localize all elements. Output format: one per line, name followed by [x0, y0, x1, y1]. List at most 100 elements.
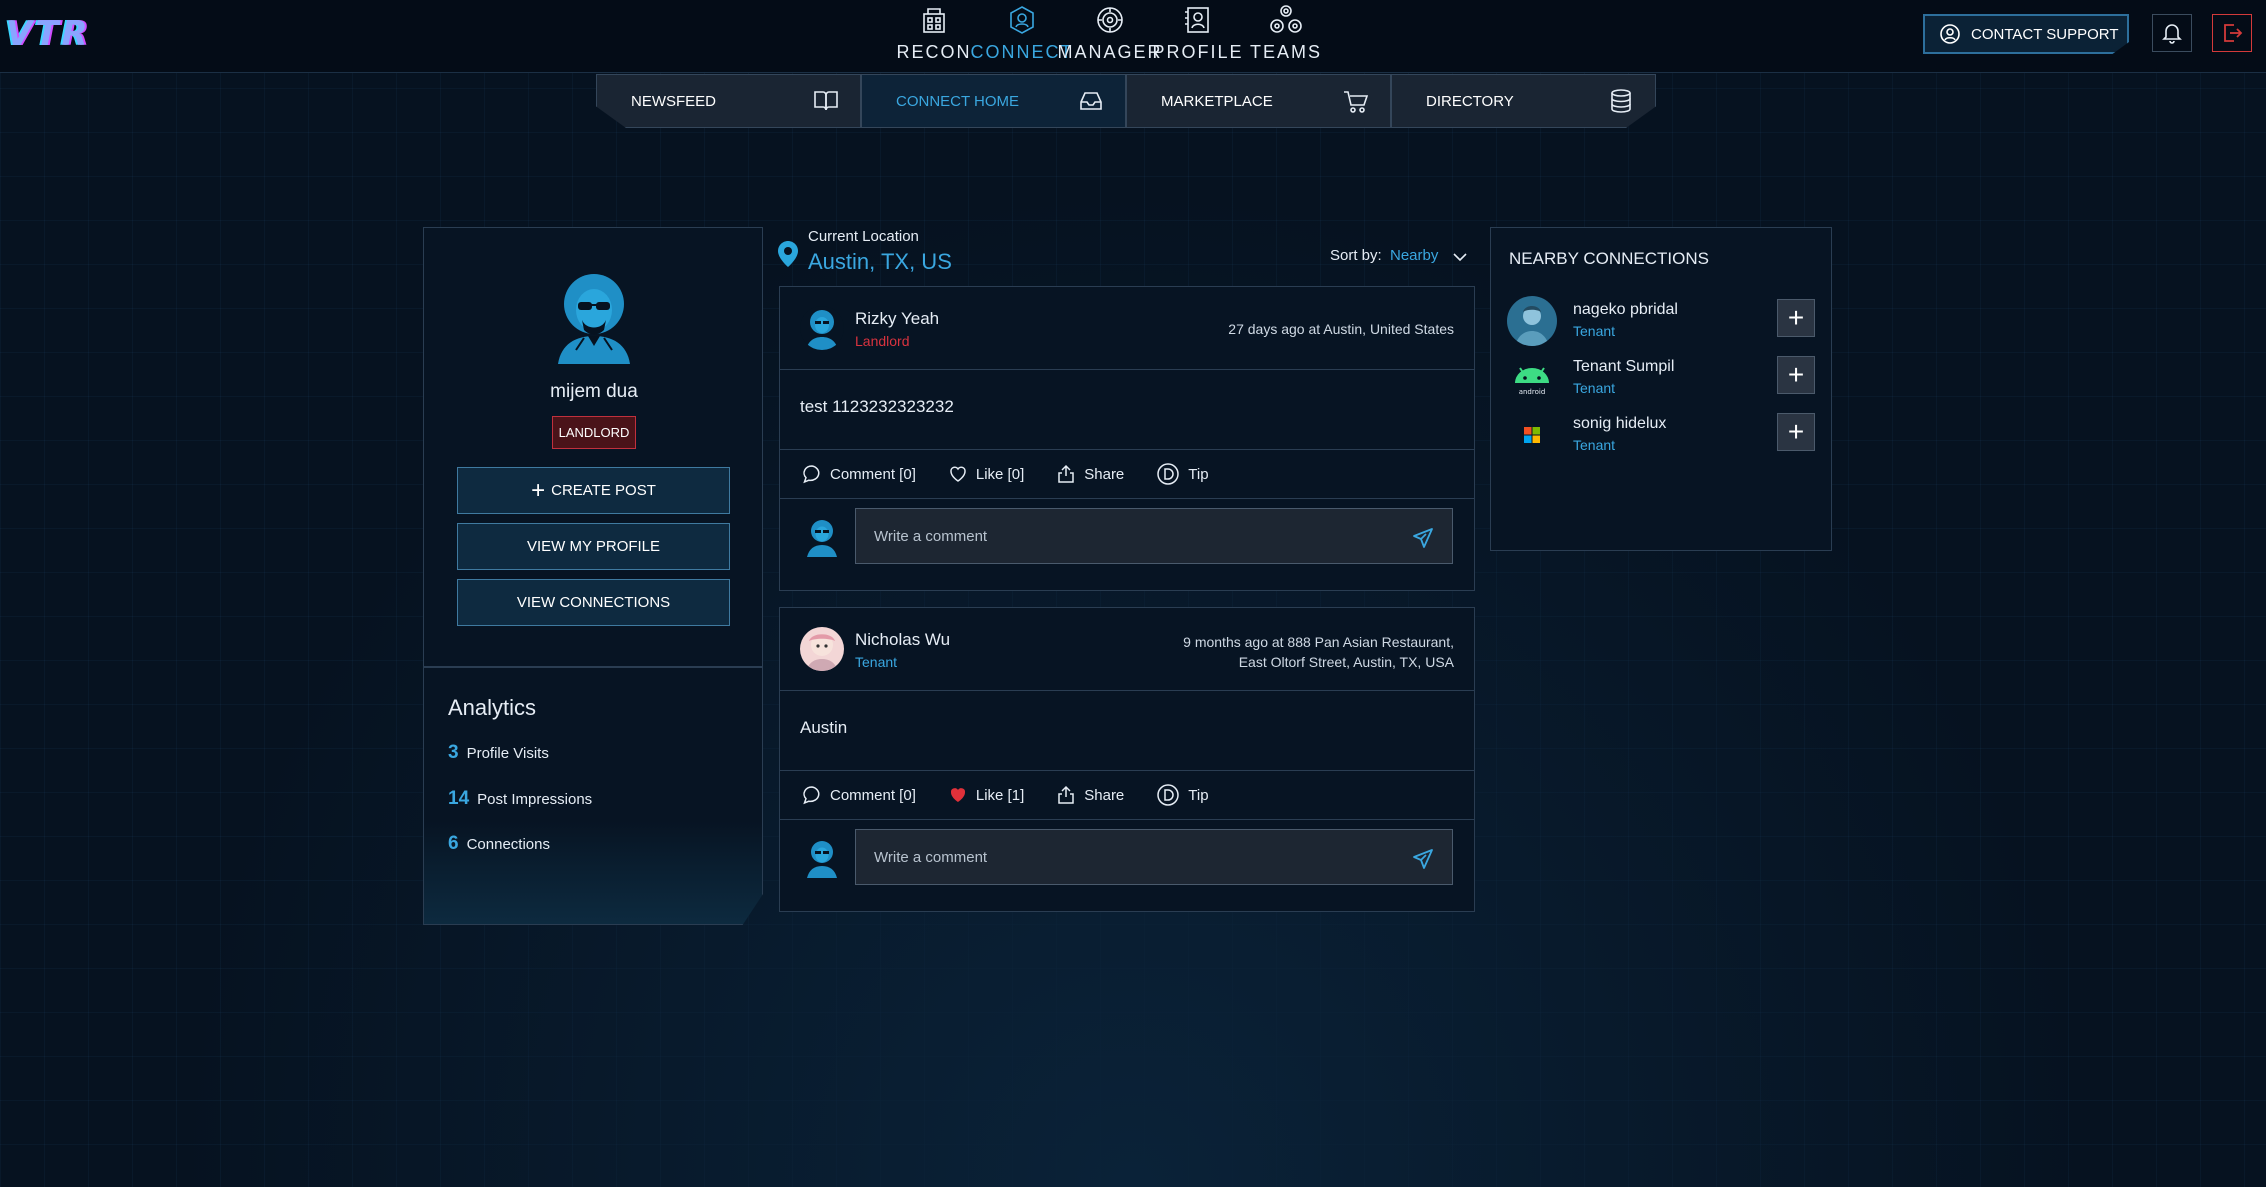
stat-value: 6 [448, 833, 459, 854]
add-connection-button[interactable]: + [1777, 299, 1815, 337]
inbox-icon [1077, 87, 1105, 115]
post-author[interactable]: Nicholas Wu [855, 630, 950, 650]
chevron-down-icon[interactable] [1451, 248, 1469, 266]
nav-manager[interactable]: MANAGER [1058, 0, 1161, 72]
tab-label: NEWSFEED [631, 92, 717, 110]
sort-dropdown[interactable]: Nearby [1390, 247, 1438, 264]
tab-label: CONNECT HOME [896, 92, 1020, 110]
nav-profile[interactable]: PROFILE [1152, 0, 1244, 72]
connection-name[interactable]: Tenant Sumpil [1573, 358, 1674, 376]
share-icon [1056, 785, 1076, 805]
add-connection-button[interactable]: + [1777, 413, 1815, 451]
create-post-button[interactable]: + CREATE POST [457, 467, 730, 514]
post-header: Rizky Yeah Landlord 27 days ago at Austi… [780, 287, 1474, 370]
tab-newsfeed[interactable]: NEWSFEED [596, 74, 861, 128]
book-icon [812, 87, 840, 115]
nav-label: MANAGER [1057, 42, 1163, 62]
comment-button[interactable]: Comment [0] [802, 785, 916, 805]
post-actions: Comment [0] Like [1] Share Tip [780, 770, 1474, 820]
contact-support-button[interactable]: CONTACT SUPPORT [1923, 14, 2129, 54]
post-author-role: Landlord [855, 333, 910, 349]
comment-input[interactable] [855, 829, 1453, 885]
tip-button[interactable]: Tip [1156, 462, 1209, 486]
post-body: test 1123232323232 [800, 397, 954, 416]
like-button[interactable]: Like [1] [948, 785, 1024, 805]
current-location[interactable]: Austin, TX, US [808, 249, 952, 275]
nav-connect[interactable]: CONNECT [971, 0, 1072, 72]
connect-icon [1003, 2, 1041, 38]
connection-name[interactable]: nageko pbridal [1573, 301, 1678, 319]
heart-icon [948, 464, 968, 484]
profile-name: mijem dua [550, 381, 638, 402]
like-label: Like [1] [975, 786, 1025, 804]
like-label: Like [0] [975, 465, 1025, 483]
tip-label: Tip [1188, 786, 1209, 804]
share-label: Share [1084, 465, 1125, 483]
list-item: nageko pbridal Tenant + [1507, 294, 1821, 350]
tip-icon [1156, 462, 1180, 486]
share-button[interactable]: Share [1056, 785, 1124, 805]
nav-label: PROFILE [1152, 42, 1244, 62]
comment-button[interactable]: Comment [0] [802, 464, 916, 484]
stat-profile-visits: 3 Profile Visits [448, 742, 549, 764]
plus-icon: + [1787, 302, 1805, 333]
database-icon [1607, 87, 1635, 115]
tab-marketplace[interactable]: MARKETPLACE [1126, 74, 1391, 128]
android-logo-icon[interactable]: android [1507, 353, 1557, 403]
app-logo[interactable]: VTR [6, 14, 102, 54]
post-actions: Comment [0] Like [0] Share Tip [780, 449, 1474, 499]
send-icon[interactable] [1412, 527, 1434, 549]
avatar [802, 517, 842, 557]
analytics-card: Analytics 3 Profile Visits 14 Post Impre… [423, 667, 763, 925]
post-meta-line: East Oltorf Street, Austin, TX, USA [1238, 654, 1454, 670]
view-connections-button[interactable]: VIEW CONNECTIONS [457, 579, 730, 626]
stat-post-impressions: 14 Post Impressions [448, 788, 592, 810]
svg-text:android: android [1519, 388, 1546, 396]
connection-role: Tenant [1573, 380, 1616, 396]
post-meta-line: 27 days ago at Austin, United States [1228, 321, 1454, 337]
post-author-role: Tenant [855, 654, 898, 670]
tip-button[interactable]: Tip [1156, 783, 1209, 807]
like-button[interactable]: Like [0] [948, 464, 1024, 484]
main-nav: RECON CONNECT MANAGER PROFILE TEAMS [890, 0, 1330, 72]
nav-recon[interactable]: RECON [890, 0, 978, 72]
post-author[interactable]: Rizky Yeah [855, 309, 939, 329]
tab-directory[interactable]: DIRECTORY [1391, 74, 1656, 128]
teams-icon [1267, 2, 1305, 38]
manager-icon [1091, 2, 1129, 38]
comment-icon [802, 785, 822, 805]
profile-card: mijem dua LANDLORD + CREATE POST VIEW MY… [423, 227, 763, 667]
logout-button[interactable] [2212, 14, 2252, 52]
avatar[interactable] [554, 272, 634, 364]
post-meta-line: 9 months ago at 888 Pan Asian Restaurant… [1183, 634, 1454, 650]
bell-icon [2162, 22, 2182, 44]
building-icon [915, 2, 953, 38]
connection-name[interactable]: sonig hidelux [1573, 415, 1666, 433]
contact-support-label: CONTACT SUPPORT [1971, 25, 2119, 43]
comment-label: Comment [0] [830, 465, 916, 483]
comment-input[interactable] [855, 508, 1453, 564]
top-bar: VTR RECON CONNECT MANAGER PROFILE TEAMS … [0, 0, 2266, 73]
avatar [802, 838, 842, 878]
avatar[interactable] [800, 627, 844, 671]
nav-label: RECON [896, 42, 972, 62]
nearby-connections-panel: NEARBY CONNECTIONS nageko pbridal Tenant… [1490, 227, 1832, 551]
nearby-title: NEARBY CONNECTIONS [1509, 249, 1709, 268]
comment-icon [802, 464, 822, 484]
share-button[interactable]: Share [1056, 464, 1124, 484]
tab-connect-home[interactable]: CONNECT HOME [861, 74, 1126, 128]
microsoft-logo-icon[interactable] [1507, 410, 1557, 460]
add-connection-button[interactable]: + [1777, 356, 1815, 394]
list-item: sonig hidelux Tenant + [1507, 408, 1821, 464]
post-header: Nicholas Wu Tenant 9 months ago at 888 P… [780, 608, 1474, 691]
view-profile-button[interactable]: VIEW MY PROFILE [457, 523, 730, 570]
analytics-title: Analytics [448, 695, 537, 720]
post-body: Austin [800, 718, 848, 737]
avatar[interactable] [800, 306, 844, 350]
notifications-button[interactable] [2152, 14, 2192, 52]
role-badge: LANDLORD [552, 416, 636, 449]
avatar[interactable] [1507, 296, 1557, 346]
create-post-label: CREATE POST [551, 482, 656, 499]
send-icon[interactable] [1412, 848, 1434, 870]
nav-teams[interactable]: TEAMS [1242, 0, 1330, 72]
